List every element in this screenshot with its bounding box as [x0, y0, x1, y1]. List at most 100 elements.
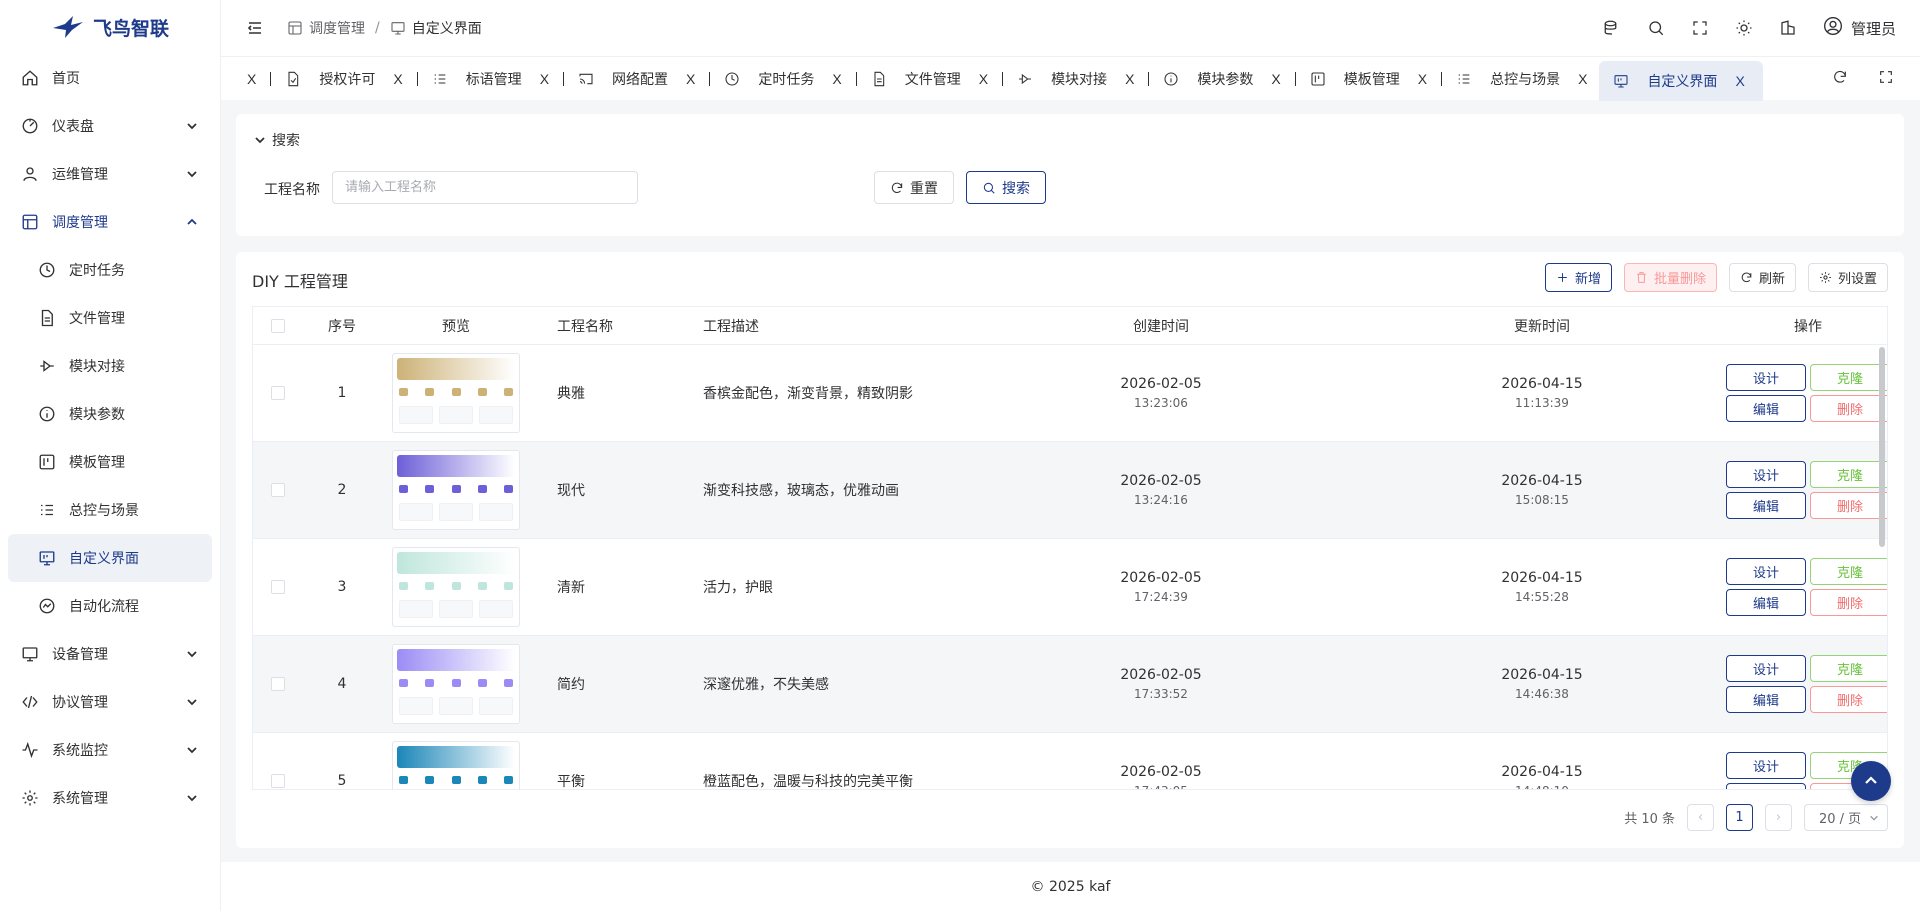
- project-description: 活力，护眼: [703, 580, 773, 596]
- select-all-checkbox[interactable]: [271, 318, 285, 333]
- close-icon[interactable]: X: [247, 71, 256, 87]
- delete-button[interactable]: 删除: [1810, 686, 1887, 713]
- fullscreen-icon[interactable]: [1691, 19, 1709, 37]
- preview-thumbnail[interactable]: [392, 741, 520, 789]
- row-checkbox[interactable]: [271, 386, 285, 400]
- tab-cron-task[interactable]: 定时任务 X: [716, 61, 849, 97]
- sidebar-item-custom-ui[interactable]: 自定义界面: [8, 534, 212, 582]
- tab-master-scene[interactable]: 总控与场景 X: [1448, 61, 1595, 97]
- sidebar-item-cron-task[interactable]: 定时任务: [0, 246, 220, 294]
- tab-prev-close[interactable]: X: [241, 61, 264, 97]
- monitor-icon: [390, 20, 406, 36]
- prev-page-button[interactable]: ‹: [1687, 804, 1714, 831]
- tab-file-manage[interactable]: 文件管理 X: [863, 61, 996, 97]
- sidebar-item-protocol-manage[interactable]: 协议管理: [0, 678, 220, 726]
- row-checkbox[interactable]: [271, 483, 285, 497]
- sidebar-item-scheduling[interactable]: 调度管理: [0, 198, 220, 246]
- sidebar-item-file-manage[interactable]: 文件管理: [0, 294, 220, 342]
- sun-icon[interactable]: [1735, 19, 1753, 37]
- close-icon[interactable]: X: [979, 71, 988, 87]
- tab-module-params[interactable]: 模块参数 X: [1155, 61, 1288, 97]
- sidebar-item-module-dock[interactable]: 模块对接: [0, 342, 220, 390]
- search-toggle[interactable]: 搜索: [254, 130, 300, 150]
- page-number-current[interactable]: 1: [1726, 804, 1753, 831]
- design-button[interactable]: 设计: [1726, 558, 1806, 585]
- tab-network[interactable]: 网络配置 X: [570, 61, 703, 97]
- sidebar-item-template-manage[interactable]: 模板管理: [0, 438, 220, 486]
- preview-thumbnail[interactable]: [392, 353, 520, 433]
- created-time: 13:23:06: [1134, 396, 1188, 410]
- search-button[interactable]: 搜索: [966, 171, 1046, 204]
- close-icon[interactable]: X: [686, 71, 695, 87]
- collapse-menu-icon[interactable]: [247, 20, 263, 36]
- batch-delete-button[interactable]: 批量删除: [1623, 263, 1717, 292]
- language-icon[interactable]: [1603, 19, 1621, 37]
- next-page-button[interactable]: ›: [1765, 804, 1792, 831]
- clone-button[interactable]: 克隆: [1810, 364, 1887, 391]
- clone-button[interactable]: 克隆: [1810, 655, 1887, 682]
- breadcrumb-item[interactable]: 调度管理: [309, 18, 365, 38]
- clone-button[interactable]: 克隆: [1810, 558, 1887, 585]
- app-logo[interactable]: 飞鸟智联: [0, 0, 220, 54]
- tab-slogan[interactable]: 标语管理 X: [424, 61, 557, 97]
- search-label: 搜索: [1002, 179, 1030, 196]
- sidebar-item-device-manage[interactable]: 设备管理: [0, 630, 220, 678]
- sidebar-item-system-manage[interactable]: 系统管理: [0, 774, 220, 822]
- vertical-scrollbar[interactable]: [1879, 347, 1885, 547]
- sidebar-item-master-scene[interactable]: 总控与场景: [0, 486, 220, 534]
- tab-license[interactable]: 授权许可 X: [277, 61, 410, 97]
- sidebar-item-home[interactable]: 首页: [0, 54, 220, 102]
- thumbnail-cards: [399, 503, 513, 521]
- project-name-input[interactable]: [332, 171, 638, 204]
- close-icon[interactable]: X: [1271, 71, 1280, 87]
- close-icon[interactable]: X: [393, 71, 402, 87]
- sidebar-item-ops[interactable]: 运维管理: [0, 150, 220, 198]
- refresh-button[interactable]: 刷新: [1728, 263, 1796, 292]
- row-checkbox[interactable]: [271, 774, 285, 788]
- edit-button[interactable]: 编辑: [1726, 686, 1806, 713]
- sidebar-item-system-monitor[interactable]: 系统监控: [0, 726, 220, 774]
- design-button[interactable]: 设计: [1726, 461, 1806, 488]
- delete-button[interactable]: 删除: [1810, 492, 1887, 519]
- fullscreen-icon[interactable]: [1878, 69, 1894, 89]
- sidebar-item-label: 模块参数: [69, 407, 125, 423]
- close-icon[interactable]: X: [1735, 73, 1744, 89]
- tab-custom-ui[interactable]: 自定义界面 X: [1599, 60, 1763, 101]
- sidebar-item-dashboard[interactable]: 仪表盘: [0, 102, 220, 150]
- delete-button[interactable]: 删除: [1810, 395, 1887, 422]
- design-button[interactable]: 设计: [1726, 752, 1806, 779]
- edit-button[interactable]: 编辑: [1726, 783, 1806, 789]
- close-icon[interactable]: X: [1125, 71, 1134, 87]
- refresh-icon[interactable]: [1832, 69, 1848, 89]
- search-icon[interactable]: [1647, 19, 1665, 37]
- preview-thumbnail[interactable]: [392, 450, 520, 530]
- page-size-select[interactable]: 20 / 页: [1804, 804, 1888, 831]
- design-button[interactable]: 设计: [1726, 364, 1806, 391]
- delete-button[interactable]: 删除: [1810, 589, 1887, 616]
- close-icon[interactable]: X: [540, 71, 549, 87]
- edit-button[interactable]: 编辑: [1726, 589, 1806, 616]
- close-icon[interactable]: X: [1418, 71, 1427, 87]
- design-button[interactable]: 设计: [1726, 655, 1806, 682]
- row-checkbox[interactable]: [271, 677, 285, 691]
- tab-module-dock[interactable]: 模块对接 X: [1009, 61, 1142, 97]
- theme-icon[interactable]: [1779, 19, 1797, 37]
- preview-thumbnail[interactable]: [392, 644, 520, 724]
- edit-button[interactable]: 编辑: [1726, 492, 1806, 519]
- tab-template-manage[interactable]: 模板管理 X: [1302, 61, 1435, 97]
- tab-label: 定时任务: [758, 71, 815, 88]
- preview-thumbnail[interactable]: [392, 547, 520, 627]
- reset-button[interactable]: 重置: [874, 171, 954, 204]
- user-menu[interactable]: 管理员: [1823, 16, 1896, 40]
- add-button[interactable]: 新增: [1544, 263, 1612, 292]
- clone-button[interactable]: 克隆: [1810, 461, 1887, 488]
- close-icon[interactable]: X: [832, 71, 841, 87]
- back-to-top-button[interactable]: [1851, 761, 1891, 801]
- sidebar-item-module-params[interactable]: 模块参数: [0, 390, 220, 438]
- edit-button[interactable]: 编辑: [1726, 395, 1806, 422]
- column-settings-button[interactable]: 列设置: [1807, 263, 1888, 292]
- row-checkbox[interactable]: [271, 580, 285, 594]
- sidebar-item-automation[interactable]: 自动化流程: [0, 582, 220, 630]
- chevron-down-icon: [1870, 815, 1878, 821]
- close-icon[interactable]: X: [1578, 71, 1587, 87]
